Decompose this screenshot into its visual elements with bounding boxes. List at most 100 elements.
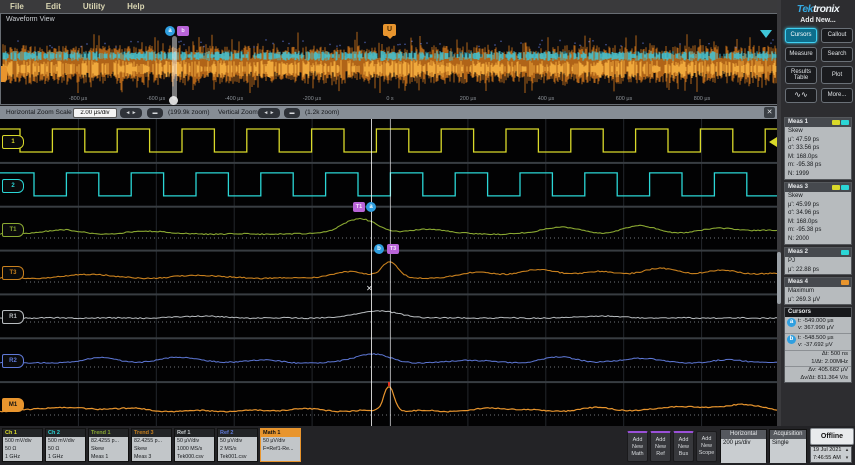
menu-help[interactable]: Help	[127, 2, 144, 11]
trend3-flag[interactable]: T3	[387, 244, 399, 254]
scope-icon-button[interactable]: ∿∿	[785, 88, 817, 103]
h-zoom-out-button[interactable]: ▬	[147, 107, 163, 118]
menu-utility[interactable]: Utility	[83, 2, 105, 11]
cursors-badge[interactable]: Cursors a t: -549.000 μs v: 367.990 μV b…	[784, 307, 852, 384]
overview-cursor-a[interactable]: a	[165, 26, 175, 36]
delta-v: Δv: 405.682 μV	[808, 367, 848, 374]
overview-tick: 800 μs	[693, 96, 711, 102]
acquisition-badge[interactable]: Acquisition Single	[769, 429, 807, 463]
add-plot-button[interactable]: Plot	[821, 66, 853, 84]
h-zoom-in-button[interactable]: ◄ ►	[120, 107, 142, 118]
meas4-badge[interactable]: Meas 4 Maximum μ': 269.3 μV	[784, 277, 852, 306]
more-button[interactable]: More...	[821, 88, 853, 103]
add-new-ref-button[interactable]: Add New Ref	[650, 431, 671, 462]
results-sidebar: Tektronix Add New... Cursors Callout Mea…	[781, 0, 855, 426]
ch2-badge[interactable]: Ch 2 500 mV/div 50 Ω1 GHz	[45, 428, 86, 462]
channel-handle-ref2[interactable]: R2	[2, 354, 24, 368]
tekscope-app: File Edit Utility Help Waveform View -80…	[0, 0, 855, 465]
meas2-badge[interactable]: Meas 2 PJ μ': 22.88 ps	[784, 247, 852, 276]
cursor-a-readout: a t: -549.000 μs v: 367.990 μV	[785, 317, 851, 334]
meas-line: μ': 45.99 ps	[788, 201, 819, 208]
trend3-badge[interactable]: Trend 3 82.4255 p... Skew Meas 3	[131, 428, 172, 462]
meas-line: Skew	[788, 128, 803, 134]
h-zoom-factor: (199.9k zoom)	[168, 109, 210, 116]
add-measure-button[interactable]: Measure	[785, 47, 817, 62]
v-zoom-out-button[interactable]: ▬	[284, 107, 300, 118]
meas-line: Maximum	[788, 288, 815, 294]
meas-line: σ': 33.56 ps	[788, 145, 820, 152]
cursor-b-line[interactable]	[390, 119, 391, 426]
trigger-level-arrow[interactable]	[769, 137, 777, 147]
ref2-badge[interactable]: Ref 2 50 μV/div 2 MS/s Tek001.csv	[217, 428, 258, 462]
zoom-window-knob[interactable]	[169, 96, 178, 105]
overview-channel-handle[interactable]	[1, 66, 7, 82]
add-cursors-button[interactable]: Cursors	[785, 28, 817, 43]
meas1-source-chips	[832, 120, 849, 125]
add-results-table-button[interactable]: Results Table	[785, 66, 817, 84]
v-zoom-factor: (1.2k zoom)	[305, 109, 340, 116]
cursor-b-t: t: -548.500 μs	[798, 335, 834, 341]
v-zoom-in-button[interactable]: ◄ ►	[258, 107, 280, 118]
channel-handle-ch2[interactable]: 2	[2, 179, 24, 193]
overview-tick: -400 μs	[224, 96, 244, 102]
cursor-a-marker[interactable]: a	[366, 202, 376, 212]
delta-t: Δt: 500 ns	[821, 351, 848, 357]
meas2-source-chips	[841, 250, 849, 255]
meas-line: μ': 269.3 μV	[788, 296, 821, 303]
channel-handle-ch1[interactable]: 1	[2, 135, 24, 149]
trend1-badge[interactable]: Trend 1 82.4255 p... Skew Meas 1	[88, 428, 129, 462]
add-callout-button[interactable]: Callout	[821, 28, 853, 43]
cursor-a-icon: a	[787, 318, 796, 327]
meas2-title: Meas 2	[788, 249, 809, 255]
tektronix-logo: Tektronix	[796, 3, 840, 15]
h-zoom-scale-label: Horizontal Zoom Scale	[6, 109, 72, 116]
spin-down-icon[interactable]: ▾	[843, 455, 851, 463]
meas-line: μ': 47.59 ps	[788, 136, 819, 143]
math1-badge[interactable]: Math 1 50 μV/div F=Ref1-Re...	[260, 428, 301, 462]
meas-line: m: -95.38 ps	[788, 162, 822, 169]
meas1-title: Meas 1	[788, 119, 809, 125]
trigger-position-marker[interactable]: U	[383, 24, 396, 39]
datetime-widget[interactable]: 19 Jul 2021 7:46:55 AM ▴ ▾	[810, 446, 852, 463]
meas-line: Skew	[788, 193, 803, 199]
cursor-a-t: t: -549.000 μs	[798, 318, 834, 324]
add-search-button[interactable]: Search	[821, 47, 853, 62]
ch1-badge[interactable]: Ch 1 500 mV/div 50 Ω1 GHz	[2, 428, 43, 462]
channel-handle-trend1[interactable]: T1	[2, 223, 24, 237]
cursor-b-marker[interactable]: b	[374, 244, 384, 254]
meas3-title: Meas 3	[788, 184, 809, 190]
meas-line: N: 1999	[788, 170, 810, 177]
horizontal-badge[interactable]: Horizontal 200 μs/div	[720, 429, 767, 463]
offline-button[interactable]: Offline	[810, 428, 854, 445]
meas-line: PJ	[788, 258, 796, 264]
menu-file[interactable]: File	[10, 2, 24, 11]
channel-handle-ref1[interactable]: R1	[2, 310, 24, 324]
meas3-source-chips	[832, 185, 849, 190]
close-zoom-icon[interactable]: ✕	[764, 107, 775, 118]
add-new-bus-button[interactable]: Add New Bus	[673, 431, 694, 462]
cursors-title: Cursors	[788, 309, 812, 315]
zoom-toolbar: Horizontal Zoom Scale ◄ ► ▬ (199.9k zoom…	[0, 106, 779, 119]
overview-tick: -800 μs	[68, 96, 88, 102]
meas1-badge[interactable]: Meas 1 Skew μ': 47.59 ps σ': 33.56 ps M:…	[784, 117, 852, 180]
filter-icon[interactable]	[760, 30, 772, 38]
overview-title: Waveform View	[6, 16, 55, 23]
menu-edit[interactable]: Edit	[46, 2, 61, 11]
trend1-flag[interactable]: T1	[353, 202, 365, 212]
spin-up-icon[interactable]: ▴	[843, 447, 851, 455]
cursor-a-line[interactable]	[371, 119, 372, 426]
channel-handle-math1[interactable]: M1	[2, 398, 24, 412]
channel-handle-trend3[interactable]: T3	[2, 266, 24, 280]
meas3-badge[interactable]: Meas 3 Skew μ': 45.99 ps σ': 34.96 ps M:…	[784, 182, 852, 245]
overview-tick: 600 μs	[615, 96, 633, 102]
overview-cursor-b-flag[interactable]: b	[177, 26, 189, 36]
overview-tick: 0 s	[386, 96, 394, 102]
cursor-a-v: v: 367.990 μV	[798, 325, 834, 331]
overview-tick: 400 μs	[537, 96, 555, 102]
ref1-badge[interactable]: Ref 1 50 μV/div 1000 MS/s Tek000.csv	[174, 428, 215, 462]
add-new-math-button[interactable]: Add New Math	[627, 431, 648, 462]
zoom-window-handle[interactable]	[172, 36, 177, 100]
add-new-scope-button[interactable]: Add New Scope	[696, 431, 717, 462]
h-zoom-scale-input[interactable]	[73, 107, 117, 118]
meas-line: μ': 22.88 ps	[788, 266, 819, 273]
